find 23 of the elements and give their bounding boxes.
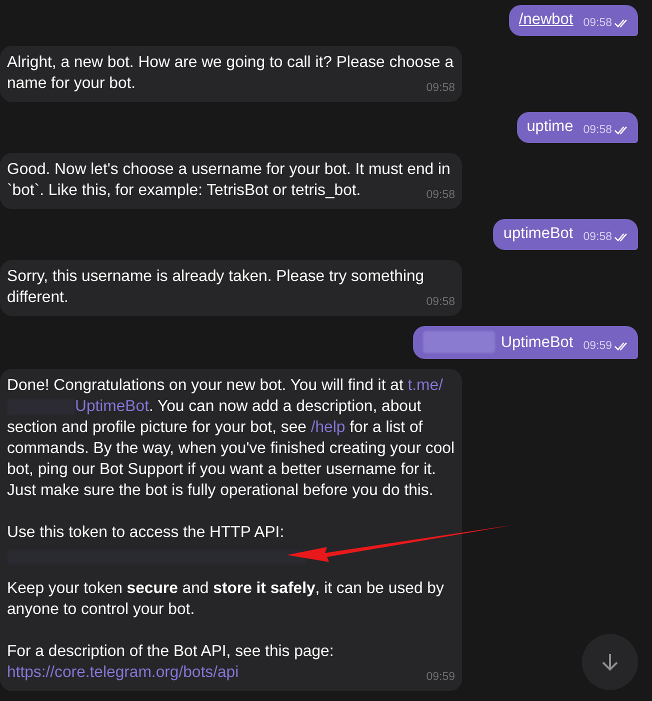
message-text: uptimeBot (503, 224, 574, 244)
message-time: 09:58 (426, 295, 455, 309)
message-text: uptime (526, 117, 574, 137)
link[interactable]: UptimeBot (75, 398, 149, 415)
message-text: Use this token to access the HTTP API: (7, 523, 286, 543)
message-time: 09:58 (583, 230, 612, 244)
message-text: Good. Now let's choose a username for your bot. It must end in `bot`. Like this, for example: TetrisBot or tetris_bot. 09:58 (7, 160, 455, 201)
message-time: 09:58 (426, 188, 455, 202)
message-text: UptimeBot (500, 333, 574, 353)
message-time: 09:58 (583, 16, 612, 30)
message-text: Alright, a new bot. How are we going to call it? Please choose a name for your bot. 09:58 (7, 53, 455, 94)
message-time: 09:58 (583, 123, 612, 137)
message-time: 09:59 (583, 339, 612, 353)
link[interactable]: https://core.telegram.org/bots/api (7, 664, 239, 681)
message-text: Keep your token secure and store it safely, it can be used by anyone to control your bot. (7, 579, 445, 620)
message-text: Done! Congratulations on your new bot. You will find it at t.me/ UptimeBot. You can now add a description, about section and profile picture for your bot, see /help for a list of commands. By the way, when you've finished creating your cool bot, ping our Bot Support if you want a better username for it. Just make sure the bot is fully operational before you do this. (7, 376, 455, 501)
message-text: For a description of the Bot API, see this page: https://core.telegram.org/bots/api 09:59 (7, 642, 455, 683)
command-link[interactable]: /newbot (518, 10, 574, 30)
link[interactable]: t.me/ (408, 377, 443, 394)
link[interactable]: /help (310, 419, 346, 436)
message-text: Sorry, this username is already taken. Please try something different. 09:58 (7, 267, 455, 308)
message-time: 09:59 (426, 670, 455, 684)
message-time: 09:58 (426, 81, 455, 95)
